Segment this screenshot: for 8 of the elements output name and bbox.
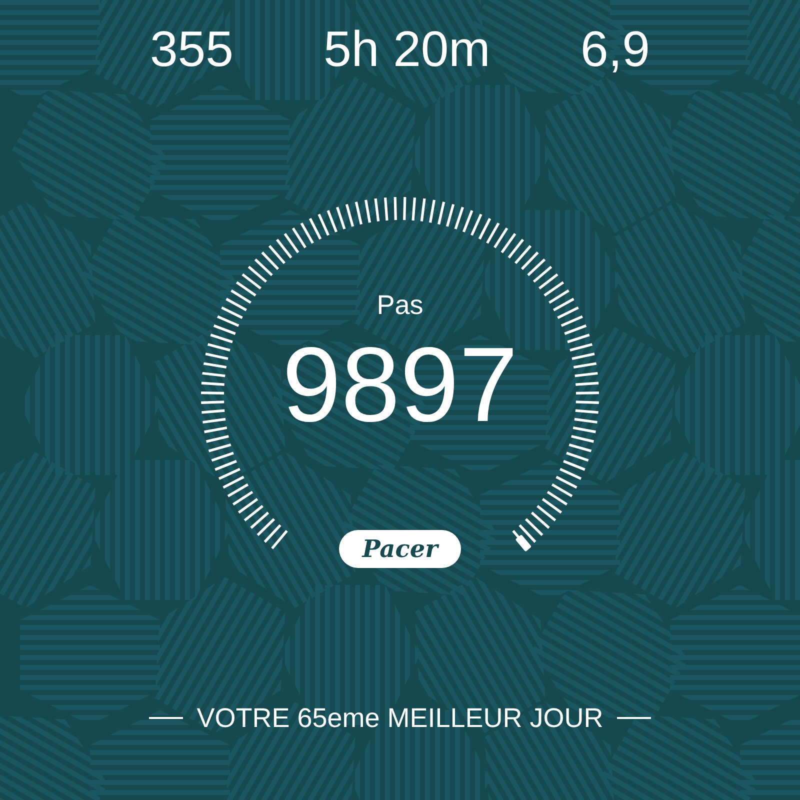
- stat-value: 6,9: [579, 20, 651, 78]
- banner-text: VOTRE 65eme MEILLEUR JOUR: [196, 702, 604, 734]
- stat-value: 5h 20m: [322, 20, 492, 78]
- progress-marker: [515, 534, 532, 552]
- step-count: 9897: [282, 329, 518, 441]
- stat-value: 355: [149, 20, 234, 78]
- gauge-label: Pas: [376, 289, 424, 321]
- pacer-logo: Pacer: [339, 530, 461, 568]
